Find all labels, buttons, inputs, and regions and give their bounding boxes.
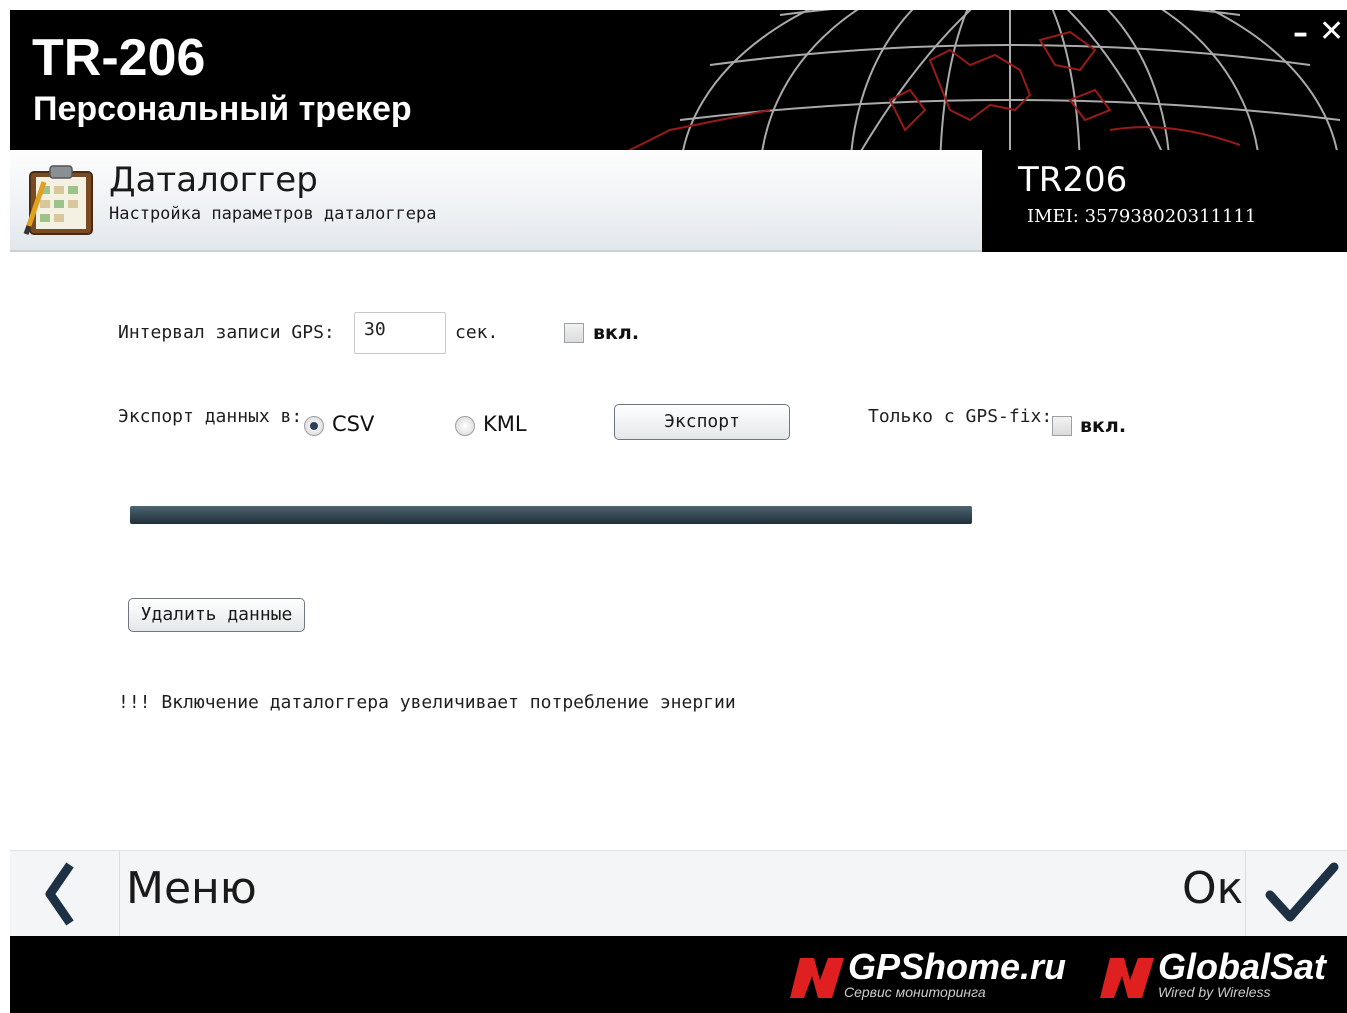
chevron-left-icon — [45, 862, 74, 926]
app-header: TR-206 Персональный трекер – ✕ — [10, 10, 1347, 150]
export-csv-radio[interactable] — [304, 416, 324, 436]
section-title: Даталоггер — [109, 160, 318, 200]
interval-label: Интервал записи GPS: — [118, 322, 335, 343]
gps-fix-enable-label: вкл. — [1080, 415, 1127, 437]
device-model: TR206 — [1018, 160, 1128, 200]
interval-input[interactable]: 30 — [354, 312, 446, 354]
globalsat-tagline: Wired by Wireless — [1158, 984, 1271, 1000]
app-title: TR-206 — [32, 29, 206, 87]
device-info: TR206 IMEI: 357938020311111 — [982, 150, 1347, 252]
gpshome-logo: GPShome.ru Сервис мониторинга — [790, 946, 1070, 1002]
back-button[interactable] — [10, 851, 120, 937]
brand-footer: GPShome.ru Сервис мониторинга GlobalSat … — [10, 936, 1347, 1013]
export-progress-bar — [130, 506, 972, 524]
interval-enable-checkbox[interactable] — [564, 323, 584, 343]
window-controls: – ✕ — [1287, 14, 1347, 54]
export-label: Экспорт данных в: — [118, 406, 303, 427]
ok-label[interactable]: Ок — [1182, 863, 1243, 914]
globalsat-mark-icon — [1100, 958, 1154, 998]
minimize-button[interactable]: – — [1293, 16, 1308, 51]
section-subtitle: Настройка параметров даталоггера — [109, 204, 437, 224]
gpshome-name: GPShome.ru — [848, 946, 1067, 987]
export-csv-label: CSV — [332, 412, 375, 436]
gps-fix-checkbox[interactable] — [1052, 416, 1072, 436]
app-subtitle: Персональный трекер — [33, 90, 412, 128]
interval-unit: сек. — [455, 322, 499, 343]
delete-data-button[interactable]: Удалить данные — [128, 598, 305, 632]
export-kml-radio[interactable] — [455, 416, 475, 436]
close-button[interactable]: ✕ — [1319, 14, 1344, 49]
gps-fix-label: Только с GPS-fix: — [868, 406, 1053, 427]
device-imei: IMEI: 357938020311111 — [1027, 206, 1257, 227]
energy-warning: !!! Включение даталоггера увеличивает по… — [118, 692, 736, 713]
section-header: Даталоггер Настройка параметров даталогг… — [10, 150, 982, 252]
app-window: TR-206 Персональный трекер – ✕ Даталогге… — [10, 10, 1347, 1013]
globe-graphic — [627, 10, 1341, 150]
gpshome-mark-icon — [790, 958, 844, 998]
interval-enable-label: вкл. — [593, 322, 640, 344]
gpshome-tagline: Сервис мониторинга — [844, 984, 986, 1000]
globalsat-name: GlobalSat — [1158, 946, 1327, 987]
bottom-nav: Меню Ок — [10, 850, 1347, 937]
datalogger-form: Интервал записи GPS: 30 сек. вкл. Экспор… — [10, 252, 1347, 850]
ok-button[interactable] — [1245, 851, 1347, 937]
progress-fill — [130, 506, 972, 524]
export-button[interactable]: Экспорт — [614, 404, 790, 440]
menu-label[interactable]: Меню — [126, 863, 257, 914]
export-kml-label: KML — [483, 412, 527, 436]
clipboard-icon — [23, 165, 93, 235]
globalsat-logo: GlobalSat Wired by Wireless — [1100, 946, 1345, 1002]
checkmark-icon — [1265, 862, 1339, 922]
